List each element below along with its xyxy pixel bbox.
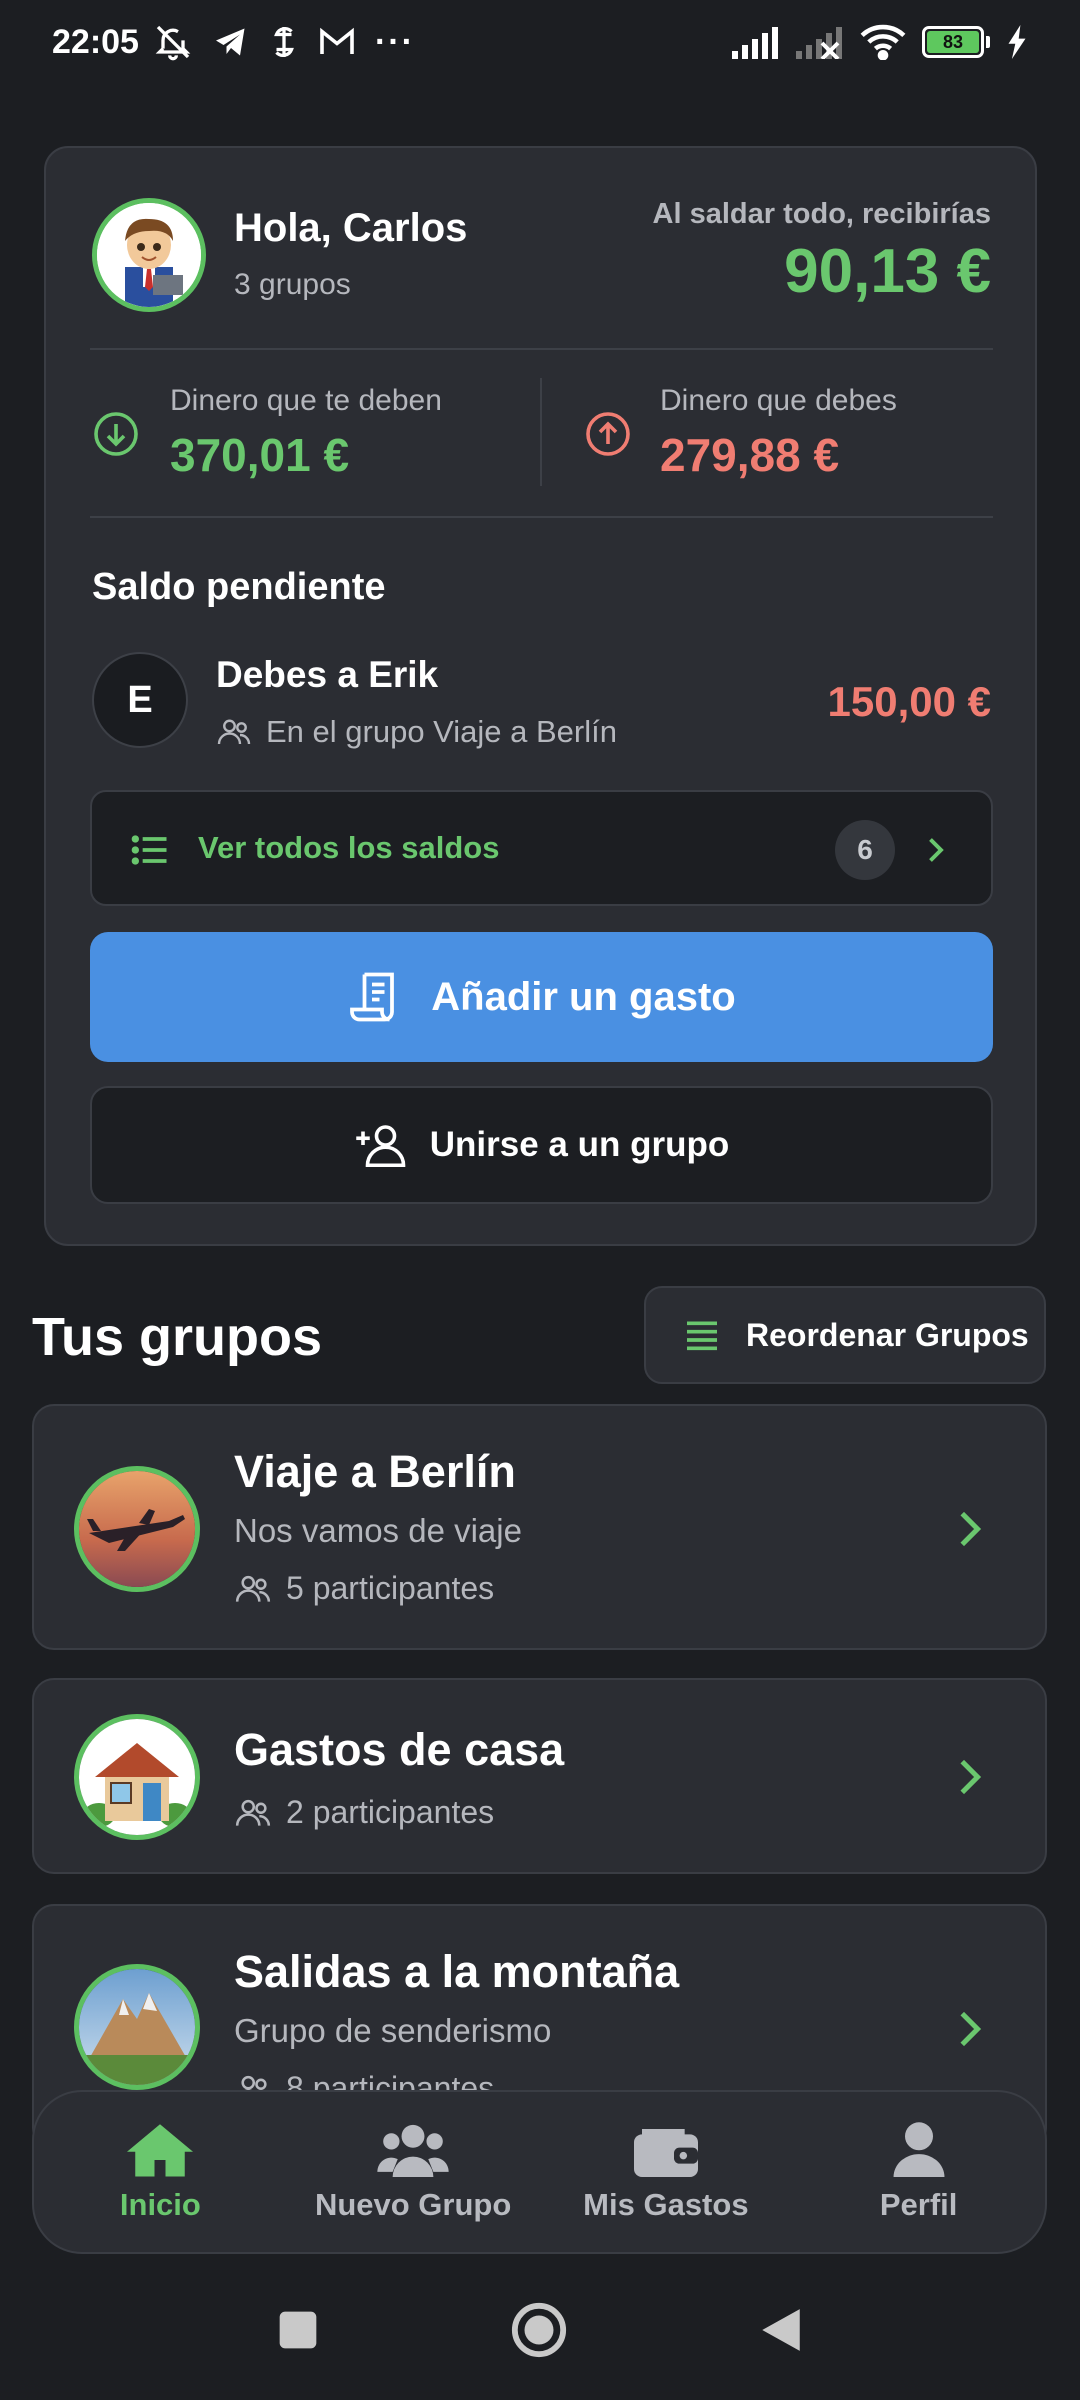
users-icon: [235, 1799, 271, 1826]
view-all-balances-label: Ver todos los saldos: [198, 830, 500, 865]
receipt-icon: [350, 972, 395, 1022]
home-circle-icon[interactable]: [510, 2301, 568, 2359]
you-owe-label: Dinero que debes: [660, 384, 897, 417]
more-notifications-icon: ···: [374, 22, 415, 61]
nav-label: Mis Gastos: [583, 2187, 749, 2222]
arrow-down-circle-icon: [94, 412, 138, 456]
nav-label: Perfil: [879, 2187, 958, 2222]
signal-icon: [732, 27, 778, 59]
nav-item-mis-gastos[interactable]: Mis Gastos: [540, 2092, 793, 2252]
nav-label: Inicio: [119, 2187, 201, 2222]
users-icon: [377, 2124, 449, 2177]
groups-section-title: Tus grupos: [32, 1307, 322, 1367]
add-expense-label: Añadir un gasto: [431, 974, 736, 1019]
arrow-up-circle-icon: [586, 412, 630, 456]
settle-amount: 90,13 €: [784, 237, 991, 306]
chevron-right-icon: [960, 1759, 982, 1795]
balance-summary-card: Hola, Carlos 3 grupos Al saldar todo, re…: [44, 146, 1037, 1246]
chevron-right-icon: [960, 1511, 982, 1547]
you-owe-amount: 279,88 €: [660, 429, 840, 481]
view-all-balances-button[interactable]: Ver todos los saldos 6: [90, 790, 993, 906]
group-description: Grupo de senderismo: [234, 2012, 552, 2049]
owed-to-you-amount: 370,01 €: [170, 429, 350, 481]
battery-indicator: 83: [922, 26, 990, 58]
greeting: Hola, Carlos: [234, 206, 468, 250]
reorder-groups-label: Reordenar Grupos: [746, 1316, 1029, 1353]
group-participants: 5 participantes: [286, 1570, 495, 1606]
join-group-label: Unirse a un grupo: [429, 1125, 730, 1164]
sync-icon: [274, 27, 294, 57]
nav-item-nuevo-grupo[interactable]: Nuevo Grupo: [287, 2092, 540, 2252]
airplane-image: [74, 1466, 200, 1592]
status-time: 22:05: [52, 22, 139, 61]
chevron-right-icon: [929, 838, 944, 862]
system-navigation-bar: [0, 2260, 1080, 2400]
gmail-icon: [320, 27, 354, 54]
divider: [90, 348, 993, 350]
telegram-icon: [215, 28, 245, 56]
group-name: Gastos de casa: [234, 1724, 565, 1775]
bottom-navigation: Inicio Nuevo Grupo Mis Gastos Perfil: [32, 2090, 1047, 2254]
join-group-button[interactable]: Unirse a un grupo: [90, 1086, 993, 1204]
owed-to-you-label: Dinero que te deben: [170, 384, 442, 417]
list-icon: [131, 835, 167, 865]
pending-item-amount: 150,00 €: [827, 678, 992, 725]
nav-item-inicio[interactable]: Inicio: [34, 2092, 287, 2252]
balances-count-badge: 6: [835, 820, 895, 880]
back-triangle-icon[interactable]: [758, 2305, 804, 2355]
group-card-gastos-casa[interactable]: Gastos de casa 2 participantes: [32, 1678, 1047, 1874]
reorder-lines-icon: [687, 1321, 717, 1351]
pending-item-title[interactable]: Debes a Erik: [216, 654, 438, 696]
user-icon: [893, 2122, 945, 2177]
muted-bell-icon: [155, 25, 191, 61]
nav-item-perfil[interactable]: Perfil: [792, 2092, 1045, 2252]
user-plus-icon: [356, 1125, 406, 1168]
creditor-avatar: E: [92, 652, 188, 748]
chevron-right-icon: [960, 2011, 982, 2047]
add-expense-button[interactable]: Añadir un gasto: [90, 932, 993, 1062]
users-icon: [217, 719, 251, 745]
app-screen: 22:05 ··· 83 Hola, Carlos 3 grupos Al sa…: [0, 0, 1080, 2400]
wallet-icon: [633, 2129, 698, 2177]
group-name: Salidas a la montaña: [234, 1946, 680, 1997]
nav-label: Nuevo Grupo: [314, 2187, 512, 2222]
divider: [90, 516, 993, 518]
charging-icon: [1008, 25, 1026, 59]
settle-label: Al saldar todo, recibirías: [652, 198, 991, 230]
pending-balance-title: Saldo pendiente: [92, 566, 386, 608]
status-bar: 22:05 ··· 83: [0, 0, 1080, 84]
mountain-image: [74, 1964, 200, 2090]
reorder-groups-button[interactable]: Reordenar Grupos: [644, 1286, 1046, 1384]
groups-count: 3 grupos: [234, 268, 351, 301]
user-avatar[interactable]: [92, 198, 206, 312]
wifi-icon: [860, 24, 906, 60]
recents-square-icon[interactable]: [276, 2308, 320, 2352]
user-avatar-image: [97, 203, 201, 307]
signal-no-service-icon: [796, 27, 842, 59]
pending-item-group: En el grupo Viaje a Berlín: [266, 714, 617, 749]
group-card-viaje-berlin[interactable]: Viaje a Berlín Nos vamos de viaje 5 part…: [32, 1404, 1047, 1650]
vertical-divider: [540, 378, 542, 486]
home-icon: [127, 2124, 194, 2177]
group-description: Nos vamos de viaje: [234, 1512, 522, 1549]
users-icon: [235, 1575, 271, 1602]
house-image: [74, 1714, 200, 1840]
battery-level: 83: [927, 31, 979, 53]
group-participants: 2 participantes: [286, 1794, 495, 1830]
group-name: Viaje a Berlín: [234, 1446, 516, 1497]
